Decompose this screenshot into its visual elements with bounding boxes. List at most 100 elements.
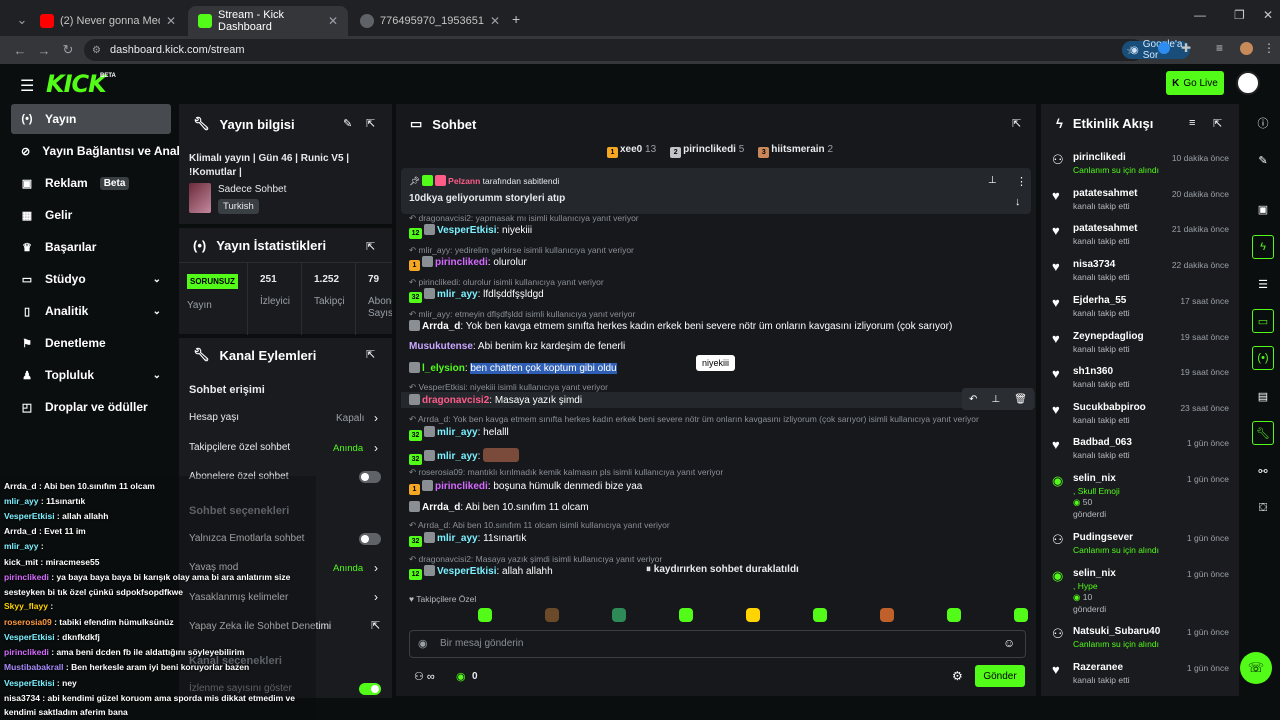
- puzzle-icon[interactable]: ✚: [1181, 41, 1191, 55]
- expand-icon[interactable]: ↓: [1015, 196, 1021, 208]
- sidebar-item-stream[interactable]: (•) Yayın: [11, 104, 171, 134]
- chat-username[interactable]: Arrda_d: [422, 321, 460, 332]
- account-age-value[interactable]: Kapalı: [336, 413, 364, 424]
- chat-message[interactable]: Musukutense: Abi benim kız kardeşim de f…: [409, 341, 625, 352]
- chevron-right-icon[interactable]: ›: [374, 590, 378, 604]
- chat-message[interactable]: 1 pirinclikedi: boşuna hümulk denmedi biz…: [409, 480, 642, 495]
- support-chat-button[interactable]: ☏: [1240, 652, 1272, 684]
- chat-username[interactable]: pirinclikedi: [435, 481, 488, 492]
- pin-icon[interactable]: ⊥: [991, 394, 1000, 405]
- chat-message[interactable]: l_elysion: ben chatten çok koptum gibi o…: [409, 362, 617, 374]
- sidebar-item-drops[interactable]: ◰ Droplar ve ödüller: [11, 392, 171, 422]
- reply-context[interactable]: ↶ pirinclikedi: olurolur isimli kullanıc…: [409, 277, 604, 288]
- go-live-button[interactable]: K Go Live: [1166, 71, 1224, 95]
- emote-button[interactable]: [679, 608, 693, 622]
- popout-icon[interactable]: ⇱: [1012, 117, 1021, 130]
- back-icon[interactable]: ←: [8, 43, 32, 58]
- emote-button[interactable]: [947, 608, 961, 622]
- external-link-icon[interactable]: ⇱: [371, 619, 380, 632]
- reply-context[interactable]: ↶ roserosia09: mantıklı kırılmadık kemik…: [409, 467, 723, 478]
- event-username[interactable]: Razeranee: [1073, 662, 1123, 673]
- chat-username[interactable]: VesperEtkisi: [437, 566, 496, 577]
- sidebar-item-achievements[interactable]: ♛ Başarılar: [11, 232, 171, 262]
- minimize-button[interactable]: —: [1194, 8, 1206, 22]
- info-icon[interactable]: ⓘ: [1251, 111, 1275, 135]
- reload-icon[interactable]: ↻: [56, 42, 80, 58]
- edit-pencil-icon[interactable]: ✎: [343, 117, 352, 130]
- server-icon[interactable]: ▤: [1251, 384, 1275, 408]
- event-username[interactable]: sh1n360: [1073, 366, 1113, 377]
- emoji-icon[interactable]: ☺: [1003, 636, 1015, 650]
- chevron-right-icon[interactable]: ›: [374, 441, 378, 455]
- chat-message[interactable]: dragonavcisi2: Masaya yazık şimdi: [401, 392, 1035, 408]
- reply-context[interactable]: ↶ mlir_ayy: etmeyin dflşdfşldd isimli ku…: [409, 309, 635, 320]
- emote-button[interactable]: [880, 608, 894, 622]
- lightning-icon[interactable]: ϟ: [1252, 235, 1274, 259]
- event-username[interactable]: Sucukbabpiroo: [1073, 402, 1146, 413]
- user-avatar[interactable]: [1236, 71, 1260, 95]
- browser-tab-kick[interactable]: Stream - Kick Dashboard ✕: [188, 6, 348, 36]
- event-username[interactable]: selin_nix: [1073, 568, 1116, 579]
- sidebar-item-ads[interactable]: ▣ Reklam Beta: [11, 168, 171, 198]
- popout-icon[interactable]: ⇱: [1213, 117, 1222, 130]
- event-username[interactable]: Pudingsever: [1073, 532, 1133, 543]
- close-icon[interactable]: ✕: [328, 14, 338, 28]
- kick-logo[interactable]: KICK: [46, 70, 107, 98]
- url-field[interactable]: ⚙ dashboard.kick.com/stream ◉Google'a So…: [84, 39, 1191, 61]
- sidebar-item-revenue[interactable]: ▦ Gelir: [11, 200, 171, 230]
- chat-icon[interactable]: ▭: [1252, 309, 1274, 333]
- new-tab-button[interactable]: +: [512, 11, 520, 27]
- emote-button[interactable]: [813, 608, 827, 622]
- more-options-icon[interactable]: ⋮: [1016, 175, 1027, 188]
- list-icon[interactable]: ☰: [1251, 272, 1275, 296]
- close-icon[interactable]: ✕: [166, 14, 176, 28]
- chat-message[interactable]: 12 VesperEtkisi: allah allahh: [409, 565, 553, 580]
- popout-icon[interactable]: ⇱: [366, 117, 375, 130]
- chat-message[interactable]: Arrda_d: Abi ben 10.sınıfım 11 olcam: [409, 501, 589, 513]
- browser-tab-file[interactable]: 776495970_195365104198049... ✕: [350, 6, 510, 36]
- close-window-button[interactable]: ✕: [1263, 8, 1273, 22]
- category-name[interactable]: Sadece Sohbet: [218, 184, 286, 195]
- profile-avatar[interactable]: [1240, 42, 1253, 55]
- browser-tab-youtube[interactable]: (2) Never gonna Meow you up ✕: [30, 6, 186, 36]
- chat-username[interactable]: mlir_ayy: [437, 451, 478, 462]
- followers-only-value[interactable]: Anında: [333, 443, 363, 454]
- event-username[interactable]: patatesahmet: [1073, 223, 1137, 234]
- chat-username[interactable]: Musukutense: [409, 341, 473, 352]
- chat-paused-notice[interactable]: ⏸︎ kaydırırken sohbet duraklatıldı: [642, 564, 803, 575]
- chat-username[interactable]: Arrda_d: [422, 502, 460, 513]
- send-button[interactable]: Gönder: [975, 665, 1025, 687]
- sidebar-item-studio[interactable]: ▭ Stüdyo ⌄: [11, 264, 171, 294]
- emote-button[interactable]: [1014, 608, 1028, 622]
- sidebar-item-moderation[interactable]: ⚑ Denetleme: [11, 328, 171, 358]
- chat-username[interactable]: mlir_ayy: [437, 427, 478, 438]
- reply-context[interactable]: ↶ Arrda_d: Yok ben kavga etmem sınıfta h…: [409, 414, 979, 425]
- gifter-2[interactable]: 2 pirinclikedi 5: [670, 144, 744, 158]
- gear-icon[interactable]: ⚙: [952, 669, 963, 683]
- bookmark-star-icon[interactable]: ☆: [1126, 44, 1136, 57]
- pinned-by-user[interactable]: Pelzann: [448, 176, 480, 186]
- hamburger-menu-icon[interactable]: ☰: [20, 76, 34, 96]
- chat-message[interactable]: 32 mlir_ayy: lfdlşddfşşldgd: [409, 288, 544, 303]
- forward-icon[interactable]: →: [32, 43, 56, 58]
- emote-button[interactable]: [478, 608, 492, 622]
- pencil-icon[interactable]: ✎: [1251, 148, 1275, 172]
- subs-only-toggle[interactable]: [359, 471, 381, 483]
- event-username[interactable]: Badbad_063: [1073, 437, 1132, 448]
- chat-settings-icon[interactable]: ⚇ ∞: [414, 670, 435, 683]
- event-username[interactable]: Zeynepdagliog: [1073, 331, 1144, 342]
- broadcast-icon[interactable]: (•): [1252, 346, 1274, 370]
- popout-icon[interactable]: ⇱: [366, 348, 375, 361]
- event-username[interactable]: Natsuki_Subaru40: [1073, 626, 1160, 637]
- chat-message[interactable]: 32 mlir_ayy: 11sınartık: [409, 532, 526, 547]
- emote-button[interactable]: [612, 608, 626, 622]
- chat-username[interactable]: mlir_ayy: [437, 533, 478, 544]
- site-info-icon[interactable]: ⚙: [92, 45, 101, 56]
- ad-icon[interactable]: ▣: [1251, 197, 1275, 221]
- chat-username[interactable]: VesperEtkisi: [437, 225, 496, 236]
- reply-context[interactable]: ↶ dragonavcisi2: yapmasak mı isimli kull…: [409, 213, 639, 224]
- reply-context[interactable]: ↶ Arrda_d: Abi ben 10.sınıfım 11 olcam i…: [409, 520, 670, 531]
- chat-message[interactable]: 32 mlir_ayy: helalll: [409, 426, 509, 441]
- unpin-icon[interactable]: ⊥: [988, 175, 997, 186]
- chat-username[interactable]: pirinclikedi: [435, 257, 488, 268]
